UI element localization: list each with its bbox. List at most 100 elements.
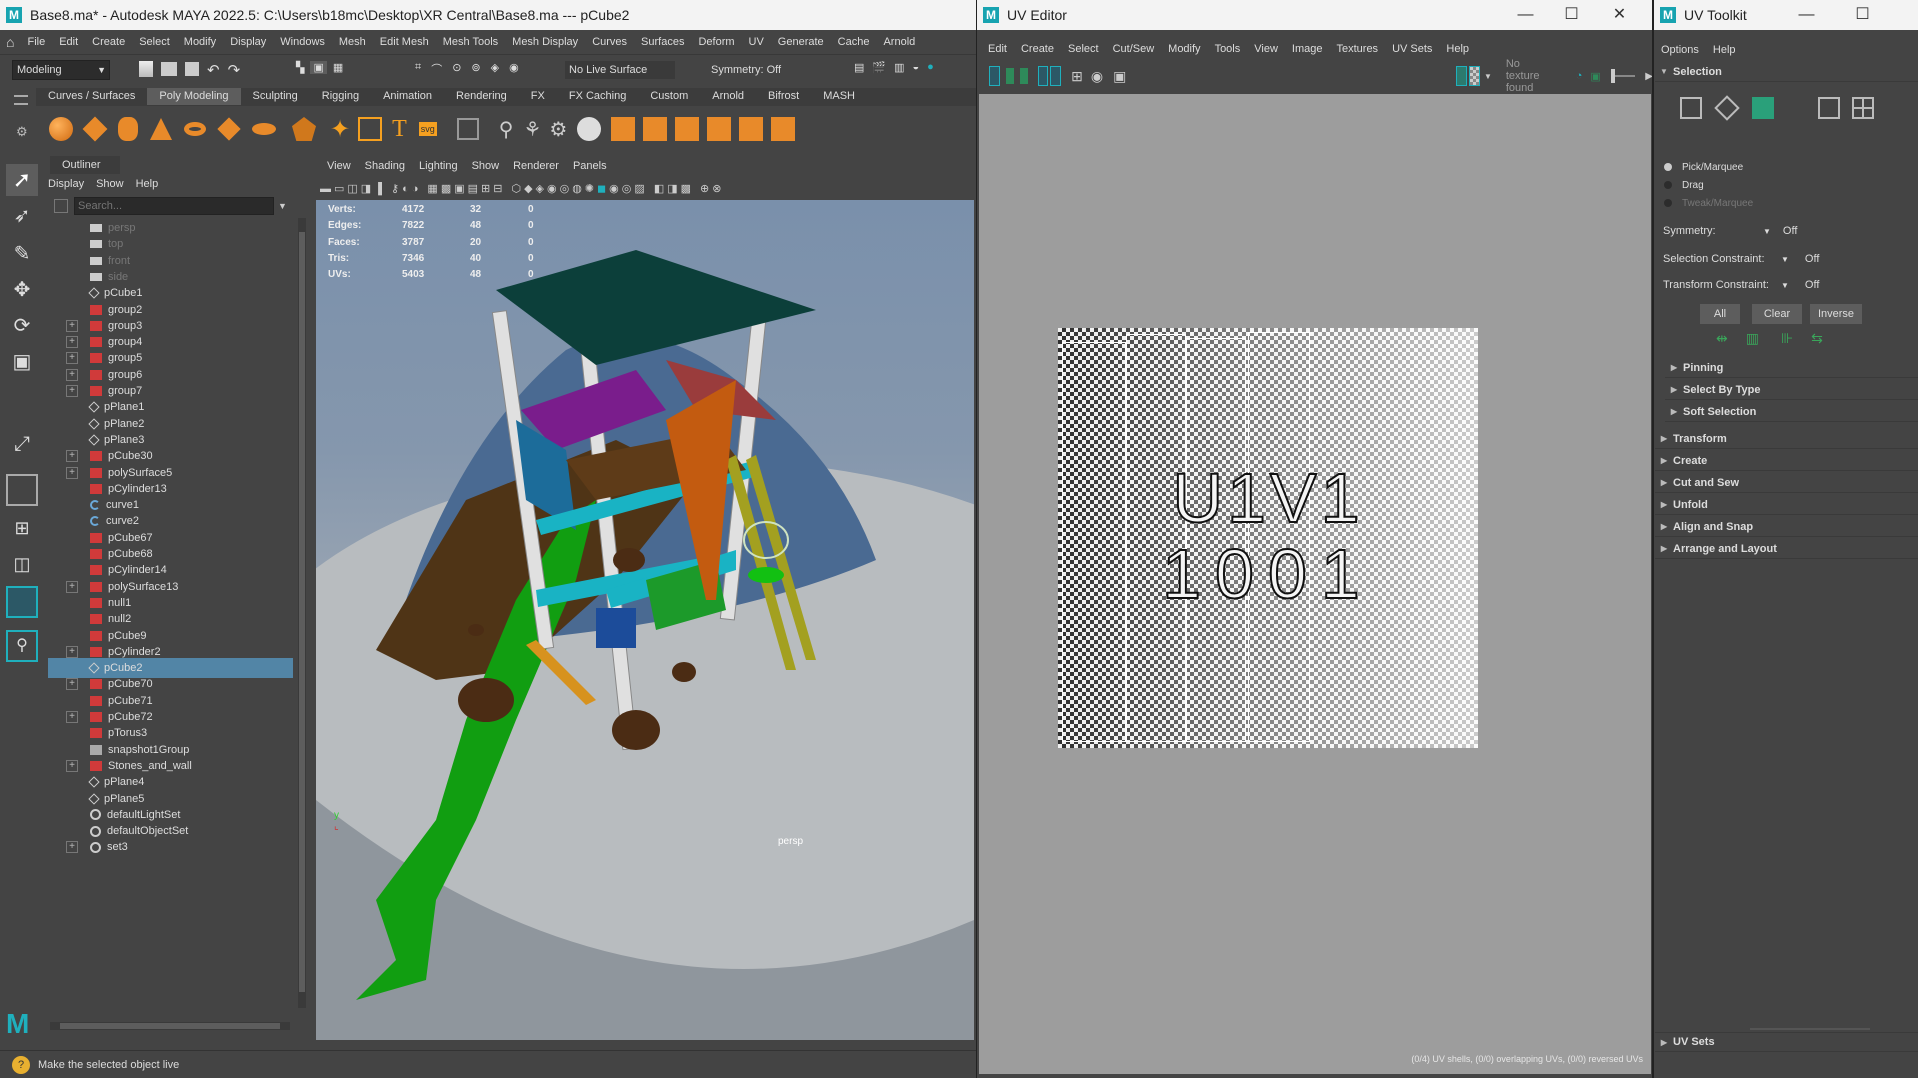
- outliner-menu-help[interactable]: Help: [130, 178, 165, 190]
- lasso-tool-icon[interactable]: ➶: [6, 200, 38, 232]
- redo-icon[interactable]: ↷: [228, 61, 241, 79]
- bridge-icon[interactable]: [577, 117, 602, 141]
- hypershade-icon[interactable]: ●: [927, 61, 934, 74]
- checker-map-icon[interactable]: [1456, 66, 1468, 86]
- svg-tool-icon[interactable]: svg: [418, 122, 437, 136]
- uv-menu-select[interactable]: Select: [1061, 43, 1106, 55]
- snap-point-icon[interactable]: ⊙: [452, 61, 461, 77]
- viewport-menu-view[interactable]: View: [320, 160, 358, 172]
- expand-plus-icon[interactable]: +: [66, 678, 78, 691]
- uv-shaded-icon[interactable]: [1037, 66, 1049, 86]
- uv-vertex-mode-icon[interactable]: [1680, 97, 1702, 119]
- uv-menu-tools[interactable]: Tools: [1208, 43, 1248, 55]
- expand-plus-icon[interactable]: +: [66, 450, 78, 463]
- help-icon[interactable]: ?: [12, 1055, 30, 1074]
- uv-grid-icon[interactable]: ⊞: [1071, 68, 1083, 85]
- viewport-menu-show[interactable]: Show: [465, 160, 507, 172]
- expand-plus-icon[interactable]: +: [66, 319, 78, 332]
- select-hierarchy-icon[interactable]: ▚: [296, 61, 304, 74]
- render-current-icon[interactable]: 🎬: [872, 61, 886, 74]
- expand-plus-icon[interactable]: +: [66, 466, 78, 479]
- section-create[interactable]: ▶ Create: [1655, 451, 1918, 471]
- snap-grid-icon[interactable]: ⌗: [415, 61, 421, 77]
- outliner-menu-show[interactable]: Show: [90, 178, 130, 190]
- new-scene-icon[interactable]: [139, 61, 153, 77]
- expand-plus-icon[interactable]: +: [66, 336, 78, 349]
- menu-modify[interactable]: Modify: [177, 36, 223, 48]
- image-filter-icon[interactable]: ▣: [1590, 70, 1600, 83]
- menu-select[interactable]: Select: [132, 36, 177, 48]
- section-selection[interactable]: ▼ Selection: [1655, 62, 1918, 82]
- shelf-tab-arnold[interactable]: Arnold: [700, 88, 756, 105]
- shelf-tab-mash[interactable]: MASH: [811, 88, 867, 105]
- expand-plus-icon[interactable]: +: [66, 841, 78, 854]
- subsection-select-by-type[interactable]: ▶ Select By Type: [1665, 380, 1918, 400]
- poly-torus-icon[interactable]: [184, 122, 206, 136]
- shelf-tab-sculpting[interactable]: Sculpting: [241, 88, 310, 105]
- uv-shell-mode-icon[interactable]: [1818, 97, 1840, 119]
- radio-button-icon[interactable]: [1664, 199, 1672, 207]
- expand-plus-icon[interactable]: +: [66, 385, 78, 397]
- section-align-and-snap[interactable]: ▶ Align and Snap: [1655, 517, 1918, 537]
- super-shape-icon[interactable]: ✦: [330, 115, 350, 144]
- side-by-side-layout-icon[interactable]: ◫: [6, 548, 38, 580]
- select-all-button[interactable]: All: [1700, 304, 1740, 324]
- exposure-slider-handle[interactable]: [1610, 69, 1615, 83]
- shelf-tab-bifrost[interactable]: Bifrost: [756, 88, 811, 105]
- select-component-icon[interactable]: ▦: [333, 61, 343, 74]
- menu-cache[interactable]: Cache: [831, 36, 877, 48]
- uv-menu-image[interactable]: Image: [1285, 43, 1330, 55]
- exposure-slider[interactable]: [1610, 69, 1636, 83]
- shelf-tab-rendering[interactable]: Rendering: [444, 88, 519, 105]
- shelf-tab-fx[interactable]: FX: [519, 88, 557, 105]
- shelf-menu-icon[interactable]: [14, 95, 28, 105]
- menu-edit-mesh[interactable]: Edit Mesh: [373, 36, 436, 48]
- viewport-3d[interactable]: y ⌞ persp: [316, 200, 974, 1040]
- append-icon[interactable]: [707, 117, 732, 141]
- viewport-menu-panels[interactable]: Panels: [566, 160, 614, 172]
- shrink-selection-icon[interactable]: ▥: [1746, 330, 1759, 347]
- selection-constraint-value[interactable]: Off: [1805, 253, 1819, 265]
- menu-mesh-tools[interactable]: Mesh Tools: [436, 36, 505, 48]
- poly-disc-icon[interactable]: [252, 123, 276, 135]
- shelf-tab-curves-surfaces[interactable]: Curves / Surfaces: [36, 88, 147, 105]
- four-view-layout-icon[interactable]: ⊞: [6, 512, 38, 544]
- minimize-button[interactable]: —: [1784, 0, 1829, 30]
- poly-cube-icon[interactable]: [82, 116, 108, 142]
- type-tool-icon[interactable]: T: [392, 116, 407, 143]
- outliner-persp-layout-icon[interactable]: [6, 586, 38, 618]
- uvtk-menu-options[interactable]: Options: [1654, 44, 1706, 56]
- ipr-render-icon[interactable]: ▥: [894, 61, 904, 74]
- chevron-down-icon[interactable]: ▼: [1781, 255, 1789, 264]
- save-scene-icon[interactable]: [185, 62, 199, 76]
- viewport-menu-renderer[interactable]: Renderer: [506, 160, 566, 172]
- sweep-mesh-icon[interactable]: [358, 117, 383, 141]
- uv-shell[interactable]: [1062, 342, 1126, 742]
- snap-curve-icon[interactable]: ⌒: [431, 61, 442, 77]
- uv-face-mode-icon[interactable]: [1752, 97, 1774, 119]
- image-dim-icon[interactable]: ◔: [1576, 70, 1583, 82]
- outliner-hscroll-thumb[interactable]: [60, 1023, 280, 1029]
- expand-plus-icon[interactable]: +: [66, 711, 78, 723]
- outliner-vscrollbar[interactable]: [298, 218, 306, 1008]
- uv-menu-uv-sets[interactable]: UV Sets: [1385, 43, 1439, 55]
- viewport-camera-icons[interactable]: ▬▭◫◨▐ ⚷◐◑ ▦▩▣▤⊞⊟ ⬡◆◈◉◎◍✺: [320, 182, 597, 195]
- expand-plus-icon[interactable]: +: [66, 352, 78, 365]
- isolate-select-icon[interactable]: ◼: [597, 182, 609, 195]
- menu-mesh-display[interactable]: Mesh Display: [505, 36, 585, 48]
- render-settings-icon[interactable]: ◒: [913, 61, 920, 74]
- shelf-tab-rigging[interactable]: Rigging: [310, 88, 371, 105]
- menu-mesh[interactable]: Mesh: [332, 36, 373, 48]
- open-scene-icon[interactable]: [161, 62, 177, 76]
- uv-wireframe-icon[interactable]: [1050, 66, 1062, 86]
- chevron-down-icon[interactable]: ▼: [1484, 72, 1492, 81]
- bool-icon[interactable]: [643, 117, 668, 141]
- outliner-scroll-thumb[interactable]: [299, 232, 305, 992]
- uv-edge-mode-icon[interactable]: [1714, 95, 1740, 121]
- uv-menu-view[interactable]: View: [1247, 43, 1285, 55]
- undo-icon[interactable]: ↶: [207, 61, 220, 79]
- menu-create[interactable]: Create: [85, 36, 132, 48]
- radio-button-icon[interactable]: [1664, 181, 1672, 189]
- live-surface-field[interactable]: No Live Surface: [565, 61, 675, 79]
- combine-icon[interactable]: [456, 118, 479, 140]
